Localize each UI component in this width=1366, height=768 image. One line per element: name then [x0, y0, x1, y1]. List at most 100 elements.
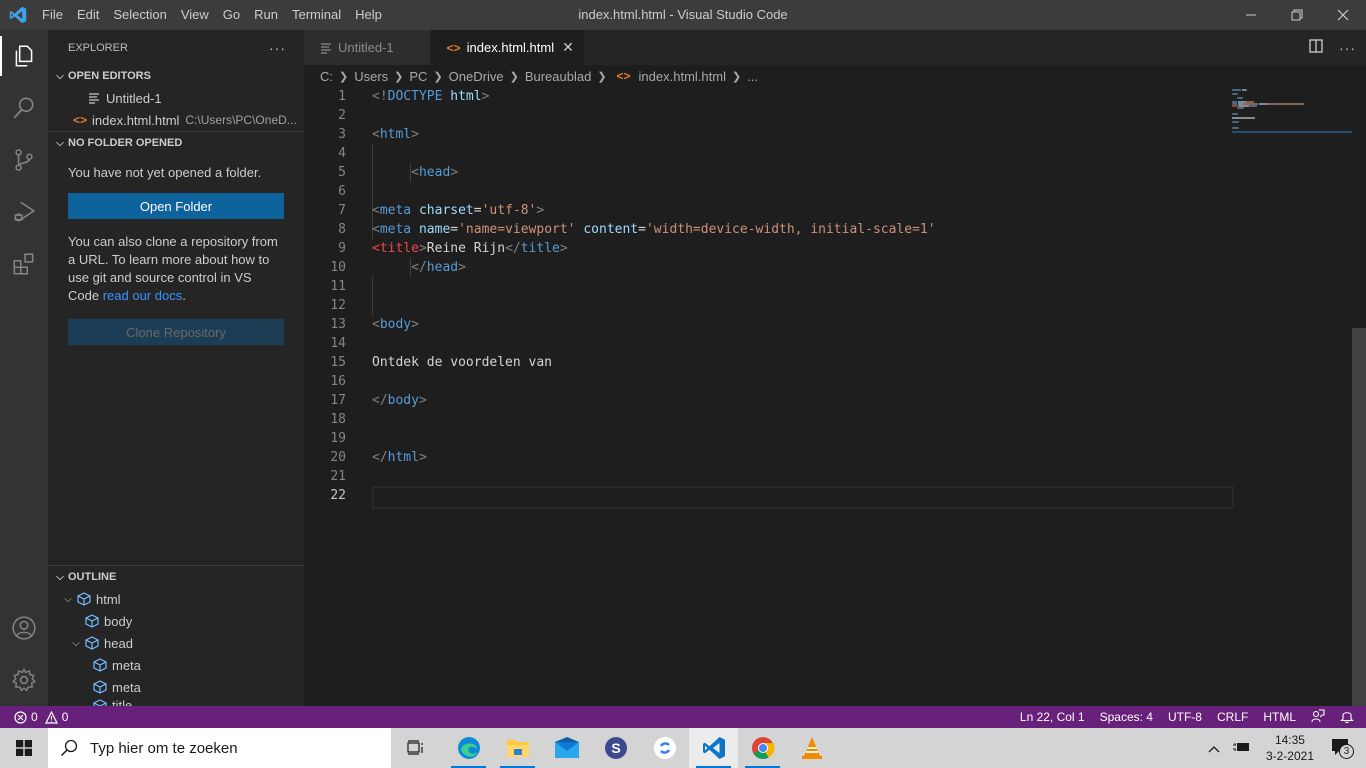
breadcrumb-item[interactable]: index.html.html: [639, 69, 726, 84]
restore-button[interactable]: [1274, 0, 1320, 30]
code-line[interactable]: 5 <head>: [304, 163, 1234, 182]
breadcrumb-item[interactable]: OneDrive: [449, 69, 504, 84]
taskbar-app-sync[interactable]: [640, 728, 689, 768]
encoding[interactable]: UTF-8: [1168, 710, 1202, 724]
code-line[interactable]: 9 <title>Reine Rijn</title>: [304, 239, 1234, 258]
close-window-button[interactable]: [1320, 0, 1366, 30]
code-line[interactable]: 11: [304, 277, 1234, 296]
code-line[interactable]: 1 <!DOCTYPE html>: [304, 87, 1234, 106]
open-editor-item[interactable]: Untitled-1: [48, 87, 304, 109]
outline-item[interactable]: ⌵ html: [48, 588, 304, 610]
code-line[interactable]: 21: [304, 467, 1234, 486]
taskbar-app-file-explorer[interactable]: [493, 728, 542, 768]
open-editor-item[interactable]: <> index.html.html C:\Users\PC\OneD...: [34, 109, 304, 131]
notifications-button[interactable]: [1340, 709, 1354, 726]
code-line[interactable]: 14: [304, 334, 1234, 353]
code-line[interactable]: 3 <html>: [304, 125, 1234, 144]
code-line[interactable]: 19: [304, 429, 1234, 448]
end-of-line[interactable]: CRLF: [1217, 710, 1248, 724]
activity-manage[interactable]: [0, 654, 48, 706]
edge-icon: [457, 737, 480, 759]
split-editor-button[interactable]: [1309, 39, 1323, 56]
outline-header[interactable]: ⌵ OUTLINE: [48, 566, 304, 588]
close-tab-icon[interactable]: ✕: [562, 39, 574, 56]
taskbar-search[interactable]: Typ hier om te zoeken: [48, 728, 391, 768]
code-editor[interactable]: 1 <!DOCTYPE html> 2 3 <html> 4 5 <head> 6 7 <meta…: [304, 87, 1234, 509]
vscode-logo-icon[interactable]: [0, 0, 35, 30]
code-line[interactable]: 7 <meta charset='utf-8'>: [304, 201, 1234, 220]
vertical-scrollbar[interactable]: [1352, 87, 1366, 728]
code-line[interactable]: 20 </html>: [304, 448, 1234, 467]
chevron-down-icon: ⌵: [64, 593, 72, 605]
problems-indicator[interactable]: 0 0: [0, 710, 68, 724]
code-line[interactable]: 10 </head>: [304, 258, 1234, 277]
code-line[interactable]: 18: [304, 410, 1234, 429]
more-actions-button[interactable]: ···: [269, 40, 286, 56]
outline-item[interactable]: meta: [48, 676, 304, 698]
menu-terminal[interactable]: Terminal: [285, 0, 348, 30]
activity-source-control[interactable]: [0, 134, 48, 186]
breadcrumb-item[interactable]: C:: [320, 69, 333, 84]
taskbar-app-vlc[interactable]: [787, 728, 836, 768]
editor-more-actions-button[interactable]: ···: [1339, 40, 1356, 56]
outline-item[interactable]: meta: [48, 654, 304, 676]
clock[interactable]: 14:35 3-2-2021: [1256, 732, 1324, 764]
breadcrumb-item[interactable]: ...: [747, 69, 758, 84]
code-line[interactable]: 15 Ontdek de voordelen van: [304, 353, 1234, 372]
taskbar-app-chrome[interactable]: [738, 728, 787, 768]
open-folder-button[interactable]: Open Folder: [68, 193, 284, 219]
code-line[interactable]: 22: [304, 486, 1234, 509]
feedback-button[interactable]: [1311, 708, 1325, 726]
action-center-button[interactable]: 3: [1324, 736, 1366, 761]
tab-index-html[interactable]: <> index.html.html ✕: [430, 30, 585, 65]
minimap-token: [1238, 121, 1239, 123]
code-line[interactable]: 2: [304, 106, 1234, 125]
taskbar-app-vscode[interactable]: [689, 728, 738, 768]
code-line[interactable]: 8 <meta name='name=viewport' content='wid…: [304, 220, 1234, 239]
minimize-button[interactable]: [1228, 0, 1274, 30]
task-view-button[interactable]: [391, 728, 440, 768]
scrollbar-thumb[interactable]: [1352, 328, 1366, 728]
menu-file[interactable]: File: [35, 0, 70, 30]
outline-item[interactable]: ⌵ head: [48, 632, 304, 654]
breadcrumb-item[interactable]: Users: [354, 69, 388, 84]
activity-explorer[interactable]: [0, 30, 48, 82]
battery-indicator[interactable]: [1226, 741, 1256, 756]
cursor-position[interactable]: Ln 22, Col 1: [1020, 710, 1085, 724]
code-line[interactable]: 13 <body>: [304, 315, 1234, 334]
code-line[interactable]: 6: [304, 182, 1234, 201]
code-line[interactable]: 4: [304, 144, 1234, 163]
code-line[interactable]: 16: [304, 372, 1234, 391]
menu-view[interactable]: View: [174, 0, 216, 30]
menu-go[interactable]: Go: [216, 0, 247, 30]
breadcrumb-item[interactable]: Bureaublad: [525, 69, 592, 84]
menu-help[interactable]: Help: [348, 0, 389, 30]
read-docs-link[interactable]: read our docs: [103, 288, 183, 303]
activity-extensions[interactable]: [0, 238, 48, 290]
breadcrumb-item[interactable]: PC: [409, 69, 427, 84]
activity-accounts[interactable]: [0, 602, 48, 654]
clone-repository-button[interactable]: Clone Repository: [68, 319, 284, 345]
indentation[interactable]: Spaces: 4: [1100, 710, 1153, 724]
taskbar-app-edge[interactable]: [444, 728, 493, 768]
language-mode[interactable]: HTML: [1263, 710, 1296, 724]
symbol-field-icon: [92, 679, 108, 695]
menu-selection[interactable]: Selection: [106, 0, 173, 30]
no-folder-header[interactable]: ⌵ NO FOLDER OPENED: [48, 132, 304, 154]
minimap-token: [1246, 89, 1247, 91]
open-editors-header[interactable]: ⌵ OPEN EDITORS: [48, 65, 304, 87]
outline-item[interactable]: body: [48, 610, 304, 632]
code-line[interactable]: 12: [304, 296, 1234, 315]
show-hidden-icons-button[interactable]: [1202, 741, 1226, 756]
activity-run-debug[interactable]: [0, 186, 48, 238]
tab-untitled-1[interactable]: Untitled-1: [304, 30, 431, 65]
menu-edit[interactable]: Edit: [70, 0, 106, 30]
symbol-field-icon: [92, 657, 108, 673]
line-number: 10: [330, 260, 346, 275]
taskbar-app-s[interactable]: S: [591, 728, 640, 768]
menu-run[interactable]: Run: [247, 0, 285, 30]
start-button[interactable]: [0, 728, 48, 768]
code-line[interactable]: 17 </body>: [304, 391, 1234, 410]
minimap[interactable]: [1232, 87, 1352, 187]
taskbar-app-mail[interactable]: [542, 728, 591, 768]
